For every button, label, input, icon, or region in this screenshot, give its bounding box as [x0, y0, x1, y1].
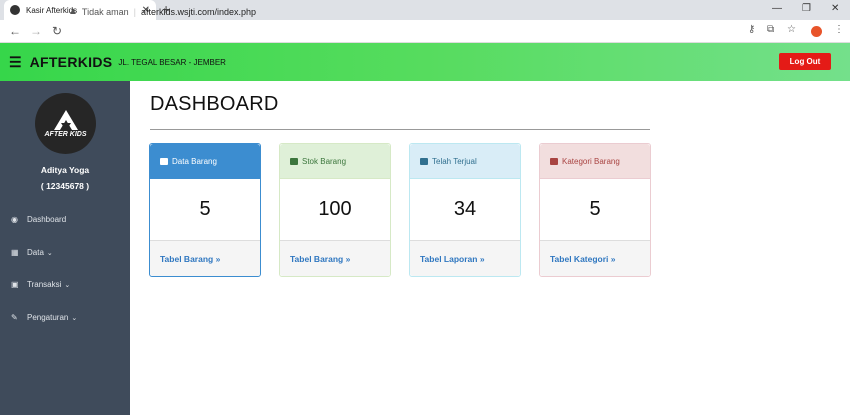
logo-mark-icon — [53, 109, 78, 130]
logo-text: AFTER KIDS — [44, 130, 87, 138]
chevron-down-icon: ⌄ — [46, 249, 53, 257]
card-link-label: Tabel Barang — [290, 253, 344, 264]
app-header: ☰ AFTERKIDS JL. TEGAL BESAR - JEMBER — [0, 43, 850, 81]
box-icon — [550, 157, 558, 165]
title-divider — [150, 129, 650, 130]
url-text: afterkids.wsjti.com/index.php — [140, 6, 256, 17]
star-icon[interactable]: ☆ — [787, 24, 796, 35]
logout-button[interactable]: Log Out — [779, 53, 831, 70]
page-title: DASHBOARD — [150, 93, 279, 115]
address-bar[interactable]: ▲ Tidak aman | afterkids.wsjti.com/index… — [68, 3, 768, 20]
card-telah-terjual: Telah Terjual 34 Tabel Laporan » — [409, 143, 521, 277]
card-data-barang: Data Barang 5 Tabel Barang » — [149, 143, 261, 277]
sidebar-item-label: Data — [27, 248, 44, 257]
warning-icon: ▲ — [68, 6, 78, 17]
card-header: Telah Terjual — [410, 144, 520, 179]
forward-icon[interactable]: → — [30, 24, 42, 38]
card-title: Telah Terjual — [432, 156, 477, 166]
chevron-down-icon: ⌄ — [64, 281, 71, 289]
card-value: 5 — [540, 179, 650, 241]
double-chevron-right-icon: » — [343, 253, 351, 264]
window-close-icon[interactable]: ✕ — [831, 3, 839, 14]
card-title: Stok Barang — [302, 156, 347, 166]
minimize-icon[interactable]: — — [772, 3, 782, 14]
store-address: JL. TEGAL BESAR - JEMBER — [118, 57, 226, 67]
sidebar-item-label: Pengaturan — [27, 313, 69, 322]
favicon-icon — [10, 5, 20, 15]
card-header: Stok Barang — [280, 144, 390, 179]
card-value: 34 — [410, 179, 520, 241]
sidebar-item-data[interactable]: ▦ Data ⌄ — [11, 248, 53, 257]
card-link[interactable]: Tabel Barang » — [280, 241, 390, 276]
restore-icon[interactable]: ❐ — [802, 3, 811, 14]
double-chevron-right-icon: » — [477, 253, 485, 264]
sidebar-item-transaksi[interactable]: ▣ Transaksi ⌄ — [11, 280, 70, 289]
omnibox-separator: | — [133, 6, 136, 17]
card-title: Kategori Barang — [562, 156, 620, 166]
user-id: ( 12345678 ) — [40, 181, 90, 191]
browser-toolbar: ← → ↻ — [0, 20, 850, 43]
money-icon — [420, 157, 428, 165]
reload-icon[interactable]: ↻ — [51, 24, 63, 38]
brand-name: AFTERKIDS — [29, 54, 113, 70]
card-link-label: Tabel Kategori — [550, 253, 609, 264]
card-stok-barang: Stok Barang 100 Tabel Barang » — [279, 143, 391, 277]
box-icon — [160, 157, 168, 165]
box-icon — [290, 157, 298, 165]
card-header: Data Barang — [150, 144, 260, 179]
translate-icon[interactable]: ⧉ — [767, 24, 774, 35]
double-chevron-right-icon: » — [213, 253, 221, 264]
card-header: Kategori Barang — [540, 144, 650, 179]
card-value: 100 — [280, 179, 390, 241]
chevron-down-icon: ⌄ — [71, 314, 78, 322]
sidebar-item-pengaturan[interactable]: ✎ Pengaturan ⌄ — [11, 313, 77, 322]
dashboard-icon: ◉ — [11, 215, 18, 224]
sidebar-item-label: Transaksi — [27, 280, 62, 289]
extension-icon[interactable] — [811, 26, 822, 37]
card-link[interactable]: Tabel Laporan » — [410, 241, 520, 276]
edit-icon: ✎ — [11, 313, 18, 322]
card-link-label: Tabel Barang — [160, 253, 214, 264]
key-icon[interactable]: ⚷ — [748, 24, 755, 35]
card-link-label: Tabel Laporan — [420, 253, 478, 264]
card-title: Data Barang — [172, 156, 217, 166]
sidebar-item-dashboard[interactable]: ◉ Dashboard — [11, 215, 66, 224]
menu-dots-icon[interactable]: ⋮ — [834, 24, 844, 35]
sidebar: AFTER KIDS Aditya Yoga ( 12345678 ) ◉ Da… — [0, 81, 130, 415]
security-label: Tidak aman — [81, 6, 129, 17]
user-name: Aditya Yoga — [40, 165, 90, 175]
card-kategori-barang: Kategori Barang 5 Tabel Kategori » — [539, 143, 651, 277]
back-icon[interactable]: ← — [9, 24, 21, 38]
hamburger-icon[interactable]: ☰ — [9, 54, 22, 71]
database-icon: ▦ — [11, 248, 19, 257]
card-link[interactable]: Tabel Kategori » — [540, 241, 650, 276]
card-value: 5 — [150, 179, 260, 241]
money-icon: ▣ — [11, 280, 19, 289]
card-link[interactable]: Tabel Barang » — [150, 241, 260, 276]
afterkids-logo: AFTER KIDS — [35, 93, 96, 154]
sidebar-item-label: Dashboard — [27, 215, 67, 224]
double-chevron-right-icon: » — [608, 253, 616, 264]
